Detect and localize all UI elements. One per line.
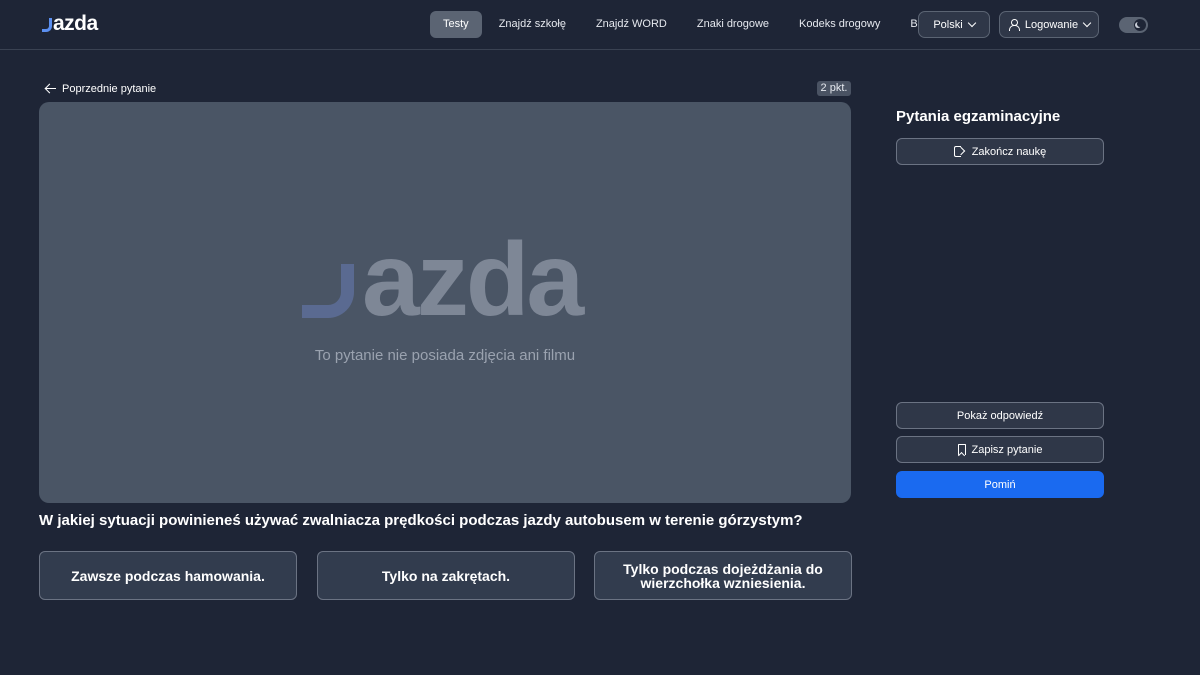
answer-option-2[interactable]: Tylko na zakrętach. — [317, 551, 575, 600]
bookmark-icon — [957, 444, 966, 455]
chevron-down-icon — [1082, 18, 1092, 28]
show-answer-button[interactable]: Pokaż odpowiedź — [896, 402, 1104, 429]
placeholder-logo: azda — [302, 222, 584, 338]
arrow-left-icon — [45, 84, 56, 94]
save-question-button[interactable]: Zapisz pytanie — [896, 436, 1104, 463]
answer-option-label: Tylko na zakrętach. — [381, 567, 511, 584]
no-media-caption: To pytanie nie posiada zdjęcia ani filmu — [314, 347, 576, 364]
top-navigation-bar: azda Testy Znajdź szkołę Znajdź WORD Zna… — [0, 0, 1200, 50]
moon-icon — [1134, 19, 1146, 31]
question-media-placeholder: azda To pytanie nie posiada zdjęcia ani … — [39, 102, 851, 503]
finish-learning-label: Zakończ naukę — [971, 145, 1047, 158]
exit-icon — [953, 146, 966, 157]
nav-item-road-signs[interactable]: Znaki drogowe — [684, 11, 782, 38]
nav-item-road-code[interactable]: Kodeks drogowy — [786, 11, 893, 38]
site-logo[interactable]: azda — [42, 12, 98, 36]
login-label: Logowanie — [1024, 18, 1079, 31]
nav-item-find-word[interactable]: Znajdź WORD — [583, 11, 680, 38]
sidebar-title: Pytania egzaminacyjne — [896, 108, 1061, 125]
finish-learning-button[interactable]: Zakończ naukę — [896, 138, 1104, 165]
show-answer-label: Pokaż odpowiedź — [956, 409, 1044, 422]
logo-j-mark — [42, 18, 52, 32]
placeholder-logo-j-mark — [302, 264, 354, 318]
nav-item-testy[interactable]: Testy — [430, 11, 482, 38]
question-text: W jakiej sytuacji powinieneś używać zwal… — [39, 512, 803, 529]
answer-option-label: Zawsze podczas hamowania. — [71, 567, 265, 584]
language-label: Polski — [933, 18, 963, 31]
logo-text: azda — [53, 12, 98, 35]
answer-option-3[interactable]: Tylko podczas dojeżdżania do wierzchołka… — [594, 551, 852, 600]
nav-item-find-school[interactable]: Znajdź szkołę — [486, 11, 579, 38]
language-select[interactable]: Polski — [918, 11, 990, 38]
skip-label: Pomiń — [984, 478, 1016, 491]
skip-button[interactable]: Pomiń — [896, 471, 1104, 498]
previous-question-link[interactable]: Poprzednie pytanie — [45, 81, 156, 96]
points-badge: 2 pkt. — [817, 81, 851, 96]
save-question-label: Zapisz pytanie — [971, 443, 1043, 456]
login-button[interactable]: Logowanie — [999, 11, 1099, 38]
previous-question-label: Poprzednie pytanie — [62, 82, 157, 95]
user-icon — [1008, 19, 1020, 31]
answer-option-label: Tylko podczas dojeżdżania do wierzchołka… — [623, 560, 823, 591]
chevron-down-icon — [967, 18, 976, 28]
theme-toggle[interactable] — [1119, 17, 1148, 33]
answer-option-1[interactable]: Zawsze podczas hamowania. — [39, 551, 297, 600]
main-nav: Testy Znajdź szkołę Znajdź WORD Znaki dr… — [430, 11, 945, 38]
placeholder-logo-text: azda — [362, 222, 584, 338]
